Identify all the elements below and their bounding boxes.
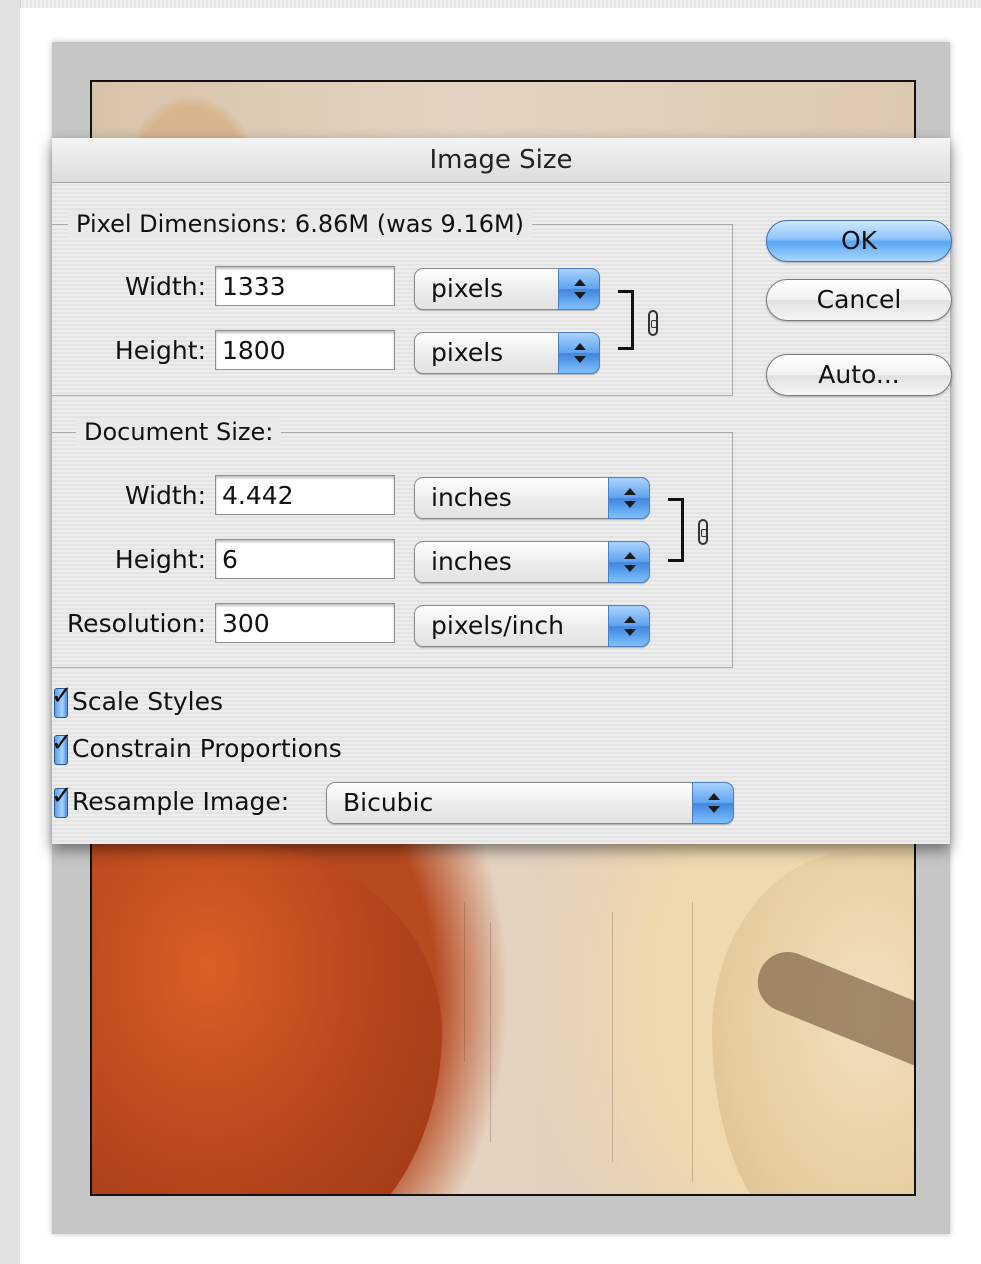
constrain-proportions-label[interactable]: Constrain Proportions [72,734,342,763]
legend-dash [52,224,66,225]
pixel-width-unit-value: pixels [431,274,504,303]
doc-link-bracket [668,498,684,562]
checkmark-icon: ✓ [51,781,73,811]
pixel-height-unit-select[interactable]: pixels [414,332,600,374]
resample-method-select[interactable]: Bicubic [326,782,734,824]
orange-paint-area [92,842,442,1194]
up-down-arrows-icon [692,782,734,824]
pixel-height-unit-value: pixels [431,338,504,367]
scale-styles-checkbox[interactable]: ✓ [51,683,73,718]
constrain-proportions-checkbox[interactable]: ✓ [51,730,73,765]
cancel-button[interactable]: Cancel [766,279,952,321]
pixel-link-bracket [618,290,634,350]
page-edge [0,0,21,1264]
up-down-arrows-icon [608,541,650,583]
link-chain-icon [698,519,708,545]
up-down-arrows-icon [558,268,600,310]
pixel-width-label: Width: [124,272,206,301]
doc-width-field[interactable]: 4.442 [215,475,395,515]
doc-height-unit-select[interactable]: inches [414,541,650,583]
resolution-unit-value: pixels/inch [431,611,564,640]
doc-height-unit-value: inches [431,547,512,576]
resolution-unit-select[interactable]: pixels/inch [414,605,650,647]
up-down-arrows-icon [558,332,600,374]
dialog-title: Image Size [52,138,950,183]
legend-dash [52,432,66,433]
doc-width-unit-select[interactable]: inches [414,477,650,519]
link-chain-icon [648,310,658,336]
resolution-label: Resolution: [66,609,206,638]
pencil-line [692,902,693,1182]
resample-method-value: Bicubic [343,788,434,817]
resample-image-label[interactable]: Resample Image: [72,787,289,816]
pencil-line [612,912,613,1162]
resolution-field[interactable]: 300 [215,603,395,643]
doc-height-field[interactable]: 6 [215,539,395,579]
up-down-arrows-icon [608,477,650,519]
doc-height-label: Height: [114,545,206,574]
up-down-arrows-icon [608,605,650,647]
pencil-line [464,902,465,1062]
pixel-height-field[interactable]: 1800 [215,330,395,370]
scale-styles-label[interactable]: Scale Styles [72,687,223,716]
pixel-width-unit-select[interactable]: pixels [414,268,600,310]
checkmark-icon: ✓ [51,728,73,758]
checkmark-icon: ✓ [51,681,73,711]
doc-width-label: Width: [124,481,206,510]
resample-image-checkbox[interactable]: ✓ [51,783,73,818]
pixel-height-label: Height: [114,336,206,365]
auto-button[interactable]: Auto... [766,354,952,396]
pencil-line [490,922,491,1142]
image-size-dialog: Image Size Pixel Dimensions: 6.86M (was … [51,138,952,844]
ok-button[interactable]: OK [766,220,952,262]
document-size-legend: Document Size: [76,418,282,446]
doc-width-unit-value: inches [431,483,512,512]
pixel-dimensions-legend: Pixel Dimensions: 6.86M (was 9.16M) [68,210,533,238]
pixel-width-field[interactable]: 1333 [215,266,395,306]
